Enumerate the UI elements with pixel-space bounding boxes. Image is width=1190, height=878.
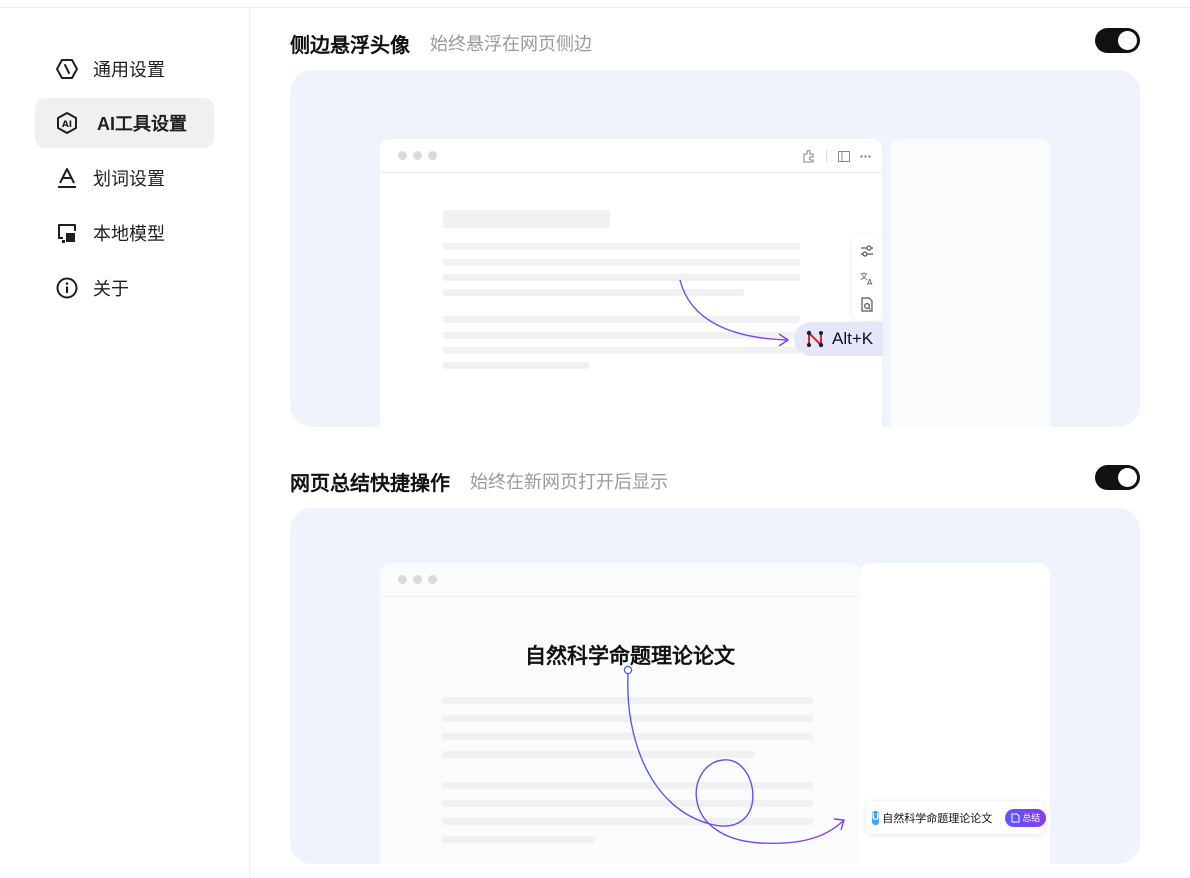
section-title: 侧边悬浮头像 [290,35,410,57]
sidebar-item-label: AI工具设置 [97,114,187,134]
app-u-icon: U [872,810,880,825]
app-logo-icon [806,330,824,348]
sidebar-item-ai-tools[interactable]: AI AI工具设置 [35,98,214,148]
sidebar-item-local-model[interactable]: 本地模型 [35,208,214,258]
sidebar: 通用设置 AI AI工具设置 划词设置 本地模型 关于 [0,8,250,878]
shortcut-label: Alt+K [832,329,874,348]
sidebar-item-label: 划词设置 [93,169,165,189]
section-description: 始终在新网页打开后显示 [470,472,668,492]
page-summary-toggle[interactable] [1095,465,1140,490]
general-settings-icon [55,57,79,81]
floating-avatar-shortcut: Alt+K [794,322,883,356]
ai-tools-icon: AI [55,111,79,135]
local-model-icon [55,221,79,245]
page-summary-preview: 自然科学命题理论论文 U 自然科学命题理论论文 总结 [290,508,1140,864]
svg-text:AI: AI [62,120,72,130]
document-icon [1011,813,1020,822]
section-title: 网页总结快捷操作 [290,473,450,495]
sidebar-item-label: 通用设置 [93,60,165,80]
arrow-curve [679,279,790,347]
info-icon [55,276,79,300]
text-selection-icon [55,166,79,190]
summary-card-title: 自然科学命题理论论文 [882,812,993,825]
section-description: 始终悬浮在网页侧边 [430,34,592,54]
sidebar-item-text-selection[interactable]: 划词设置 [35,153,214,203]
toggle-knob [1118,31,1137,50]
summary-quick-card: U 自然科学命题理论论文 总结 [866,801,1047,834]
toggle-knob [1118,468,1137,487]
side-avatar-preview: 文A Alt+K [290,70,1140,427]
sidebar-item-label: 关于 [93,279,129,299]
sidebar-item-label: 本地模型 [93,224,165,244]
side-avatar-toggle[interactable] [1095,28,1140,53]
summary-button: 总结 [1005,808,1047,827]
sidebar-item-about[interactable]: 关于 [35,263,214,313]
summary-button-label: 总结 [1022,813,1041,823]
sidebar-item-general[interactable]: 通用设置 [35,44,214,94]
